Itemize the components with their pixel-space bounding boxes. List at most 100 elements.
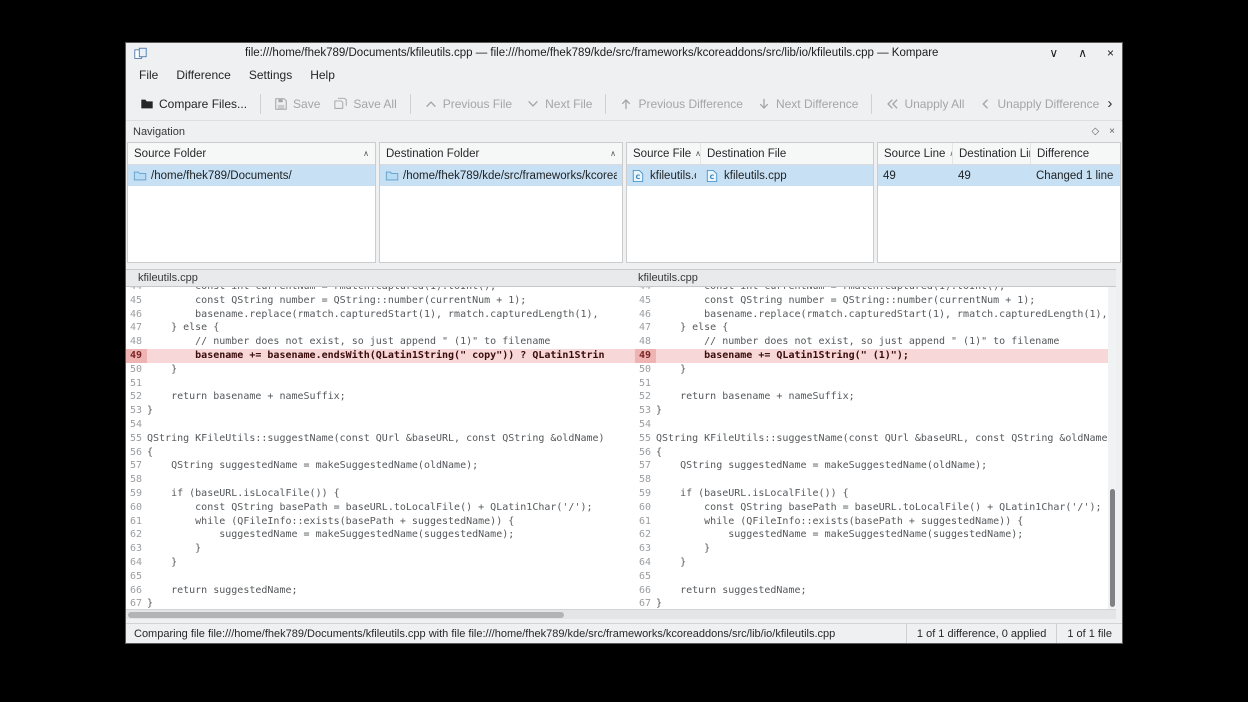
- line-number: 49: [126, 349, 147, 363]
- column-header-source-folder[interactable]: Source Folder ∧: [128, 143, 375, 164]
- list-item[interactable]: 4949Changed 1 line: [878, 165, 1120, 186]
- line-number: 56: [635, 446, 656, 460]
- code-text: suggestedName = makeSuggestedName(sugges…: [656, 528, 1116, 542]
- cell-text: /home/fhek789/kde/src/frameworks/kcoread…: [403, 170, 617, 182]
- list-item[interactable]: /home/fhek789/kde/src/frameworks/kcoread…: [380, 165, 622, 186]
- line-number: 48: [126, 335, 147, 349]
- source-pane[interactable]: 44 const int currentNum = rmatch.capture…: [126, 287, 609, 609]
- status-file-count: 1 of 1 file: [1056, 624, 1122, 643]
- code-text: }: [147, 556, 609, 570]
- column-label: Destination Folder: [386, 148, 479, 160]
- code-text: } else {: [656, 321, 1116, 335]
- code-line: 57 QString suggestedName = makeSuggested…: [126, 459, 609, 473]
- code-line: 45 const QString number = QString::numbe…: [126, 294, 609, 308]
- column-header-destination-folder[interactable]: Destination Folder ∧: [380, 143, 622, 164]
- changed-code-line[interactable]: 49 basename += QLatin1String(" (1)");: [635, 349, 1116, 363]
- code-text: const int currentNum = rmatch.captured(1…: [147, 287, 609, 294]
- compare-files-button[interactable]: Compare Files...: [134, 92, 253, 116]
- horizontal-scrollbar[interactable]: [126, 609, 1116, 619]
- pane-splitter[interactable]: [609, 270, 635, 286]
- menu-help[interactable]: Help: [301, 64, 344, 86]
- code-text: } else {: [147, 321, 609, 335]
- horizontal-scrollbar-thumb[interactable]: [128, 612, 564, 618]
- code-text: [656, 473, 1116, 487]
- svg-text:C: C: [710, 173, 715, 181]
- code-line: 65: [126, 570, 609, 584]
- line-number: 66: [126, 584, 147, 598]
- float-dock-icon[interactable]: ◇: [1091, 127, 1099, 137]
- column-header-destination-file[interactable]: Destination File: [701, 143, 873, 164]
- sort-indicator-icon: ∧: [359, 149, 369, 158]
- line-number: 62: [635, 528, 656, 542]
- changed-code-line[interactable]: 49 basename += basename.endsWith(QLatin1…: [126, 349, 609, 363]
- diff-pane-headers: kfileutils.cpp kfileutils.cpp: [126, 270, 1116, 287]
- code-line: 63 }: [635, 542, 1116, 556]
- maximize-icon[interactable]: ∧: [1078, 47, 1087, 59]
- toolbar-separator: [871, 94, 872, 114]
- line-number: 67: [635, 597, 656, 609]
- code-text: {: [147, 446, 609, 460]
- code-text: const QString number = QString::number(c…: [147, 294, 609, 308]
- line-number: 56: [126, 446, 147, 460]
- code-text: const QString basePath = baseURL.toLocal…: [147, 501, 609, 515]
- line-number: 65: [635, 570, 656, 584]
- code-text: if (baseURL.isLocalFile()) {: [147, 487, 609, 501]
- minimize-icon[interactable]: ∨: [1049, 47, 1058, 59]
- kompare-app-icon[interactable]: [134, 46, 148, 60]
- column-header-source-file[interactable]: Source File∧: [627, 143, 701, 164]
- code-line: 57 QString suggestedName = makeSuggested…: [635, 459, 1116, 473]
- line-number: 65: [126, 570, 147, 584]
- line-number: 58: [126, 473, 147, 487]
- code-text: [147, 570, 609, 584]
- panel-body: /home/fhek789/Documents/: [128, 165, 375, 262]
- toolbar: Compare Files...SaveSave AllPrevious Fil…: [126, 87, 1122, 121]
- code-line: 53}: [126, 404, 609, 418]
- titlebar[interactable]: file:///home/fhek789/Documents/kfileutil…: [126, 43, 1122, 63]
- source-pane-content: 44 const int currentNum = rmatch.capture…: [126, 287, 609, 609]
- code-text: [656, 570, 1116, 584]
- code-line: 67}: [126, 597, 609, 609]
- list-item[interactable]: Ckfileutils.c...Ckfileutils.cpp: [627, 165, 873, 186]
- code-text: return basename + nameSuffix;: [147, 390, 609, 404]
- code-text: QString KFileUtils::suggestName(const QU…: [656, 432, 1116, 446]
- toolbar-overflow-icon[interactable]: ›: [1105, 95, 1114, 112]
- column-header-source-line[interactable]: Source Line∧: [878, 143, 953, 164]
- code-text: return suggestedName;: [656, 584, 1116, 598]
- folder-icon: [385, 169, 399, 183]
- vertical-scrollbar-thumb[interactable]: [1110, 489, 1115, 607]
- toolbar-separator: [410, 94, 411, 114]
- close-icon[interactable]: ×: [1107, 47, 1114, 59]
- dock-title: Navigation: [133, 126, 185, 138]
- code-line: 52 return basename + nameSuffix;: [635, 390, 1116, 404]
- diff-connector-band: [609, 349, 635, 363]
- close-dock-icon[interactable]: ×: [1109, 127, 1115, 137]
- code-text: [147, 473, 609, 487]
- sort-indicator-icon: ∧: [606, 149, 616, 158]
- list-item[interactable]: /home/fhek789/Documents/: [128, 165, 375, 186]
- vertical-scrollbar[interactable]: [1108, 287, 1116, 609]
- line-number: 58: [635, 473, 656, 487]
- code-text: }: [147, 542, 609, 556]
- desktop-background: file:///home/fhek789/Documents/kfileutil…: [0, 0, 1248, 702]
- column-label: Destination File: [707, 148, 786, 160]
- code-text: [147, 418, 609, 432]
- code-line: 46 basename.replace(rmatch.capturedStart…: [126, 308, 609, 322]
- column-label: Source Folder: [134, 148, 206, 160]
- list-cell: /home/fhek789/Documents/: [128, 169, 375, 183]
- cell-text: 49: [958, 170, 971, 182]
- menu-file[interactable]: File: [130, 64, 167, 86]
- code-line: 45 const QString number = QString::numbe…: [635, 294, 1116, 308]
- chevron-down-icon: [526, 97, 540, 111]
- column-header-destination-lir[interactable]: Destination Lir: [953, 143, 1031, 164]
- code-line: 51: [126, 377, 609, 391]
- column-header-difference[interactable]: Difference: [1031, 143, 1120, 164]
- destination-pane-content: 44 const int currentNum = rmatch.capture…: [635, 287, 1116, 609]
- menu-settings[interactable]: Settings: [240, 64, 301, 86]
- panel-header: Source Line∧Destination LirDifference: [878, 143, 1120, 165]
- previous-difference-button: Previous Difference: [613, 92, 749, 116]
- code-line: 44 const int currentNum = rmatch.capture…: [635, 287, 1116, 294]
- navigation-dock-titlebar[interactable]: Navigation ◇ ×: [126, 123, 1122, 141]
- menu-difference[interactable]: Difference: [167, 64, 239, 86]
- code-line: 66 return suggestedName;: [126, 584, 609, 598]
- destination-pane[interactable]: 44 const int currentNum = rmatch.capture…: [635, 287, 1116, 609]
